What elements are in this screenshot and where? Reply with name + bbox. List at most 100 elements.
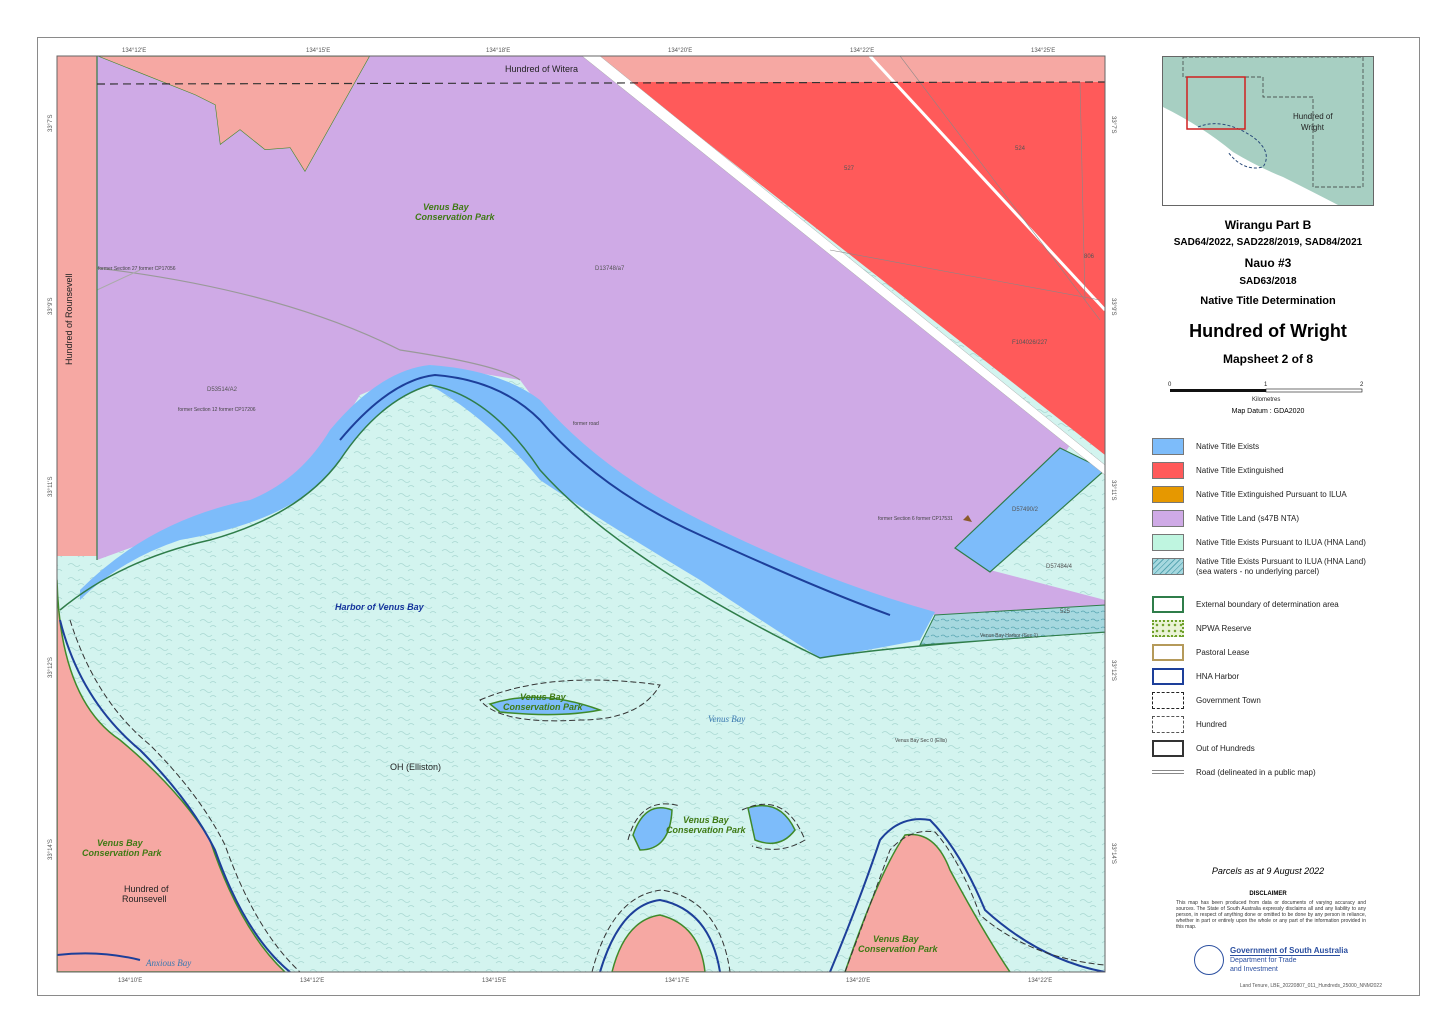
label-park-4b: Conservation Park [82, 848, 163, 858]
legend-item: Hundred [1152, 716, 1388, 736]
label-venus-bay-water: Venus Bay [708, 714, 745, 724]
label-parcel-525: 525 [1060, 609, 1071, 615]
tick-labels-top: 134°12'E 134°15'E 134°18'E 134°20'E 134°… [122, 48, 1055, 54]
label-hundred-witera: Hundred of Witera [505, 64, 578, 74]
scale-unit: Kilometres [1252, 397, 1280, 403]
legend-item: NPWA Reserve [1152, 620, 1388, 640]
legend-label: Native Title Exists [1196, 442, 1260, 451]
label-park-5b: Conservation Park [858, 944, 939, 954]
parcels-date: Parcels as at 9 August 2022 [1211, 866, 1325, 876]
tick-bottom-5: 134°20'E [846, 978, 870, 984]
label-parcel-806: 806 [1084, 254, 1095, 260]
land-top-mid [582, 56, 1105, 82]
label-park-3a: Venus Bay [683, 815, 730, 825]
tick-right-4: 33°12'S [1110, 660, 1116, 681]
legend-label: HNA Harbor [1196, 672, 1240, 681]
state-seal-icon [1194, 945, 1224, 975]
tick-left-1: 33°7'S [48, 114, 54, 132]
title-sad63: SAD63/2018 [1239, 276, 1297, 287]
legend-item: Native Title Exists [1152, 438, 1388, 458]
gov-dept-2: and Investment [1230, 966, 1278, 973]
legend-item: Native Title Land (s47B NTA) [1152, 510, 1388, 530]
legend-label: Native Title Exists Pursuant to ILUA (HN… [1196, 557, 1366, 577]
legend-label: Government Town [1196, 696, 1261, 705]
legend-swatch [1152, 486, 1184, 503]
label-parcel-d13748: D13748/a7 [595, 266, 625, 272]
legend-swatch [1152, 596, 1184, 613]
legend-swatch [1152, 668, 1184, 685]
label-former-section-right: former Section 6 former CP17531 [878, 516, 953, 522]
tick-labels-right: 33°7'S 33°9'S 33°11'S 33°12'S 33°14'S [1110, 116, 1116, 864]
label-park-2b: Conservation Park [503, 702, 584, 712]
tick-right-2: 33°9'S [1110, 298, 1116, 316]
label-sea: Venus Bay Harbor (Sec 1) [980, 633, 1038, 639]
legend-item: Pastoral Lease [1152, 644, 1388, 664]
legend-label-line1: Native Title Exists Pursuant to ILUA (HN… [1196, 557, 1366, 566]
label-parcel-d53514-note: former Section 12 former CP17206 [178, 407, 256, 413]
legend-label: Hundred [1196, 720, 1227, 729]
tick-top-2: 134°15'E [306, 48, 330, 54]
land-left-strip [57, 56, 97, 556]
label-harbor: Harbor of Venus Bay [335, 602, 425, 612]
tick-labels-bottom: 134°10'E 134°12'E 134°15'E 134°17'E 134°… [118, 978, 1052, 984]
mapsheet-title: Mapsheet 2 of 8 [1222, 352, 1314, 366]
label-park-2a: Venus Bay [520, 692, 567, 702]
tick-top-4: 134°20'E [668, 48, 692, 54]
title-nauo: Nauo #3 [1244, 256, 1292, 270]
legend-label: Native Title Exists Pursuant to ILUA (HN… [1196, 538, 1366, 547]
main-title: Hundred of Wright [1189, 321, 1347, 341]
file-reference: Land Tenure, LBE_20220807_011_Hundreds_2… [1239, 983, 1382, 989]
label-rounsevell-bottom-2: Rounsevell [122, 894, 167, 904]
label-oh-elliston: OH (Elliston) [390, 762, 441, 772]
tick-left-4: 33°12'S [48, 657, 54, 678]
tick-right-5: 33°14'S [1110, 843, 1116, 864]
legend-item: Native Title Extinguished Pursuant to IL… [1152, 486, 1388, 506]
map-datum: Map Datum : GDA2020 [1231, 408, 1305, 415]
legend-swatch [1152, 462, 1184, 479]
inset-map[interactable]: Hundred of Wright [1162, 56, 1374, 206]
legend-swatch [1152, 644, 1184, 661]
tick-bottom-3: 134°15'E [482, 978, 506, 984]
legend-swatch [1152, 438, 1184, 455]
gov-name: Government of South Australia [1230, 946, 1348, 955]
tick-left-5: 33°14'S [48, 839, 54, 860]
inset-label-1: Hundred of [1293, 112, 1333, 121]
label-anxious-bay: Anxious Bay [145, 958, 191, 968]
legend-swatch [1152, 692, 1184, 709]
disclaimer-title: DISCLAIMER [1249, 891, 1287, 897]
inset-label-2: Wright [1301, 123, 1325, 132]
legend-swatch [1152, 510, 1184, 527]
legend-label: Native Title Extinguished [1196, 466, 1284, 475]
legend-panel: Hundred of Wright Wirangu Part B SAD64/2… [1150, 55, 1386, 990]
label-parcel-d57484: D57484/4 [1046, 564, 1073, 570]
legend-swatch [1152, 740, 1184, 757]
legend-item: Native Title Exists Pursuant to ILUA (HN… [1152, 557, 1388, 578]
legend-label: Native Title Extinguished Pursuant to IL… [1196, 490, 1347, 499]
tick-bottom-2: 134°12'E [300, 978, 324, 984]
label-park-1a: Venus Bay [423, 202, 470, 212]
tick-bottom-6: 134°22'E [1028, 978, 1052, 984]
legend-swatch [1152, 620, 1184, 637]
tick-top-1: 134°12'E [122, 48, 146, 54]
scale-label-2: 2 [1360, 382, 1364, 388]
label-park-1b: Conservation Park [415, 212, 496, 222]
legend-label: NPWA Reserve [1196, 624, 1252, 633]
legend-swatch [1152, 716, 1184, 733]
title-determination: Native Title Determination [1200, 295, 1336, 307]
legend-item: Government Town [1152, 692, 1388, 712]
tick-right-3: 33°11'S [1110, 480, 1116, 500]
legend-label: Out of Hundreds [1196, 744, 1255, 753]
legend-item: Native Title Extinguished [1152, 462, 1388, 482]
tick-top-5: 134°22'E [850, 48, 874, 54]
tick-bottom-1: 134°10'E [118, 978, 142, 984]
label-parcel-d57490: D57490/2 [1012, 507, 1039, 513]
label-park-5a: Venus Bay [873, 934, 920, 944]
label-park-3b: Conservation Park [666, 825, 747, 835]
tick-top-3: 134°18'E [486, 48, 510, 54]
legend-label: Native Title Land (s47B NTA) [1196, 514, 1300, 523]
government-logo: Government of South Australia Department… [1194, 943, 1384, 977]
legend-item: External boundary of determination area [1152, 596, 1388, 616]
tick-labels-left: 33°7'S 33°9'S 33°11'S 33°12'S 33°14'S [48, 114, 54, 860]
label-hundred-rounsevell-vertical: Hundred of Rounsevell [64, 273, 74, 365]
gov-divider [1230, 955, 1340, 956]
